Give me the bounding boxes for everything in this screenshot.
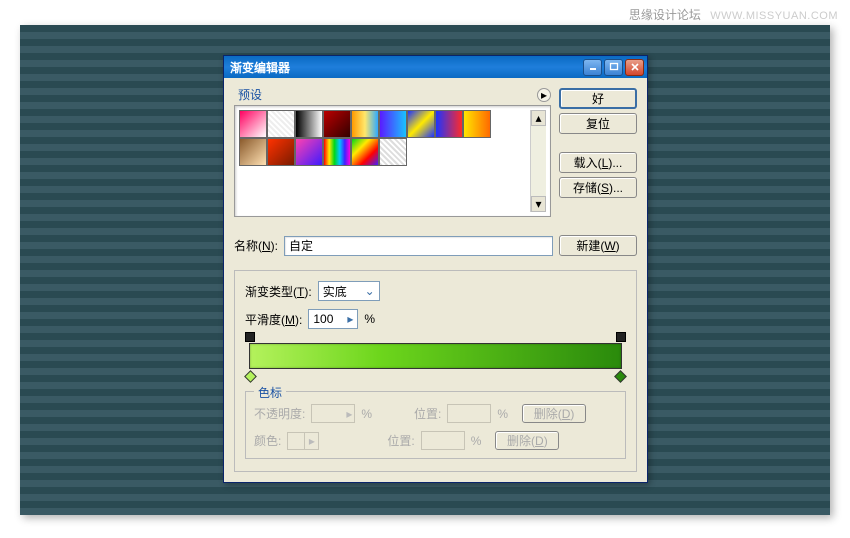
- preset-swatch[interactable]: [323, 138, 351, 166]
- ok-button[interactable]: 好: [559, 88, 637, 109]
- stops-legend: 色标: [254, 384, 286, 401]
- preset-swatch[interactable]: [295, 110, 323, 138]
- delete1-button: 删除(D): [522, 404, 586, 423]
- gradient-bar-editor[interactable]: [245, 343, 626, 369]
- opacity-label: 不透明度:: [254, 405, 305, 422]
- name-label: 名称(N):: [234, 237, 278, 254]
- preset-swatch[interactable]: [435, 110, 463, 138]
- opacity-stop-right[interactable]: [616, 332, 626, 342]
- spinner-icon[interactable]: ▸: [347, 312, 353, 326]
- scroll-down-icon[interactable]: ▾: [531, 196, 546, 212]
- preset-swatch[interactable]: [379, 110, 407, 138]
- preset-swatch[interactable]: [267, 110, 295, 138]
- opacity-input: ▸: [311, 404, 355, 423]
- preset-swatch[interactable]: [323, 110, 351, 138]
- close-button[interactable]: [625, 59, 644, 76]
- watermark-site: WWW.MISSYUAN.COM: [710, 10, 838, 22]
- preset-swatch[interactable]: [239, 110, 267, 138]
- preset-swatch[interactable]: [463, 110, 491, 138]
- load-button[interactable]: 载入(L)...: [559, 152, 637, 173]
- dialog-title: 渐变编辑器: [230, 59, 583, 76]
- minimize-button[interactable]: [583, 59, 602, 76]
- titlebar[interactable]: 渐变编辑器: [224, 56, 647, 78]
- name-input[interactable]: 自定: [284, 236, 553, 256]
- window-buttons: [583, 59, 644, 76]
- color-well: ▸: [287, 432, 319, 450]
- opacity-stop-left[interactable]: [245, 332, 255, 342]
- type-label: 渐变类型(T):: [245, 283, 312, 300]
- position2-label: 位置:: [387, 432, 414, 449]
- smoothness-input[interactable]: 100 ▸: [308, 309, 358, 329]
- position1-label: 位置:: [414, 405, 441, 422]
- watermark: 思缘设计论坛 WWW.MISSYUAN.COM: [629, 6, 838, 23]
- preset-swatch[interactable]: [239, 138, 267, 166]
- dialog-body: 预设 ▸ ▴ ▾ 好 复位 载入(L)... 存储(S)...: [224, 78, 647, 482]
- chevron-down-icon: ⌄: [365, 284, 375, 298]
- new-button[interactable]: 新建(W): [559, 235, 637, 256]
- preset-swatch[interactable]: [351, 138, 379, 166]
- maximize-button[interactable]: [604, 59, 623, 76]
- delete2-button: 删除(D): [495, 431, 559, 450]
- save-button[interactable]: 存储(S)...: [559, 177, 637, 198]
- stops-section: 色标 不透明度: ▸ % 位置: % 删除(D) 颜色: ▸ 位置:: [245, 391, 626, 459]
- preset-swatch[interactable]: [267, 138, 295, 166]
- preset-swatch[interactable]: [295, 138, 323, 166]
- preset-swatch[interactable]: [379, 138, 407, 166]
- position2-input: [421, 431, 465, 450]
- preset-swatch[interactable]: [407, 110, 435, 138]
- dialog-buttons: 好 复位 载入(L)... 存储(S)...: [559, 88, 637, 198]
- gradient-settings: 渐变类型(T): 实底 ⌄ 平滑度(M): 100 ▸ %: [234, 270, 637, 472]
- type-select[interactable]: 实底 ⌄: [318, 281, 380, 301]
- smoothness-suffix: %: [364, 312, 375, 326]
- reset-button[interactable]: 复位: [559, 113, 637, 134]
- presets-grid: ▴ ▾: [234, 105, 551, 217]
- presets-scrollbar[interactable]: ▴ ▾: [530, 110, 546, 212]
- gradient-editor-dialog: 渐变编辑器 预设 ▸ ▴ ▾: [223, 55, 648, 483]
- color-stop-right[interactable]: [615, 370, 626, 382]
- color-stop-left[interactable]: [245, 370, 256, 382]
- presets-section: 预设 ▸ ▴ ▾: [234, 86, 551, 217]
- presets-flyout-icon[interactable]: ▸: [537, 88, 551, 102]
- smoothness-label: 平滑度(M):: [245, 311, 302, 328]
- preset-swatch[interactable]: [351, 110, 379, 138]
- presets-label: 预设: [234, 86, 262, 103]
- scroll-up-icon[interactable]: ▴: [531, 110, 546, 126]
- color-label: 颜色:: [254, 432, 281, 449]
- gradient-preview[interactable]: [249, 343, 622, 369]
- position1-input: [447, 404, 491, 423]
- watermark-text: 思缘设计论坛: [629, 8, 701, 22]
